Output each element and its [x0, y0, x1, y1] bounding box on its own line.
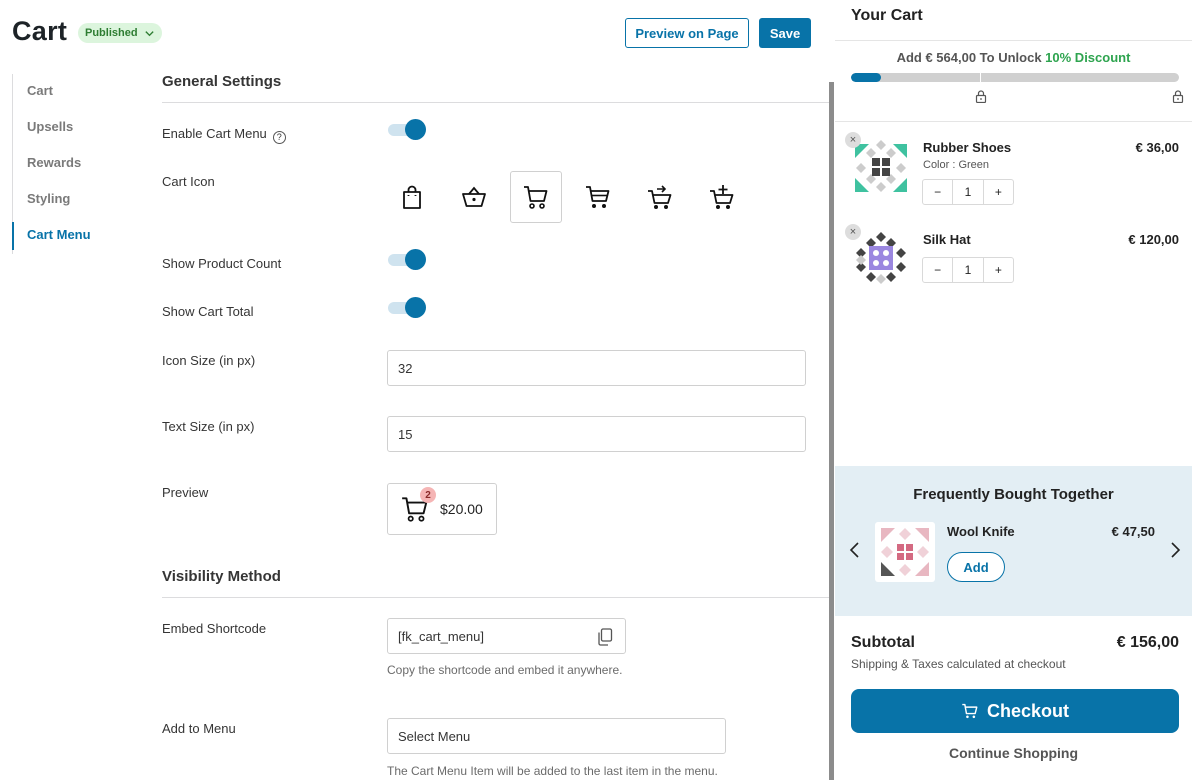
- cart-icon-label: Cart Icon: [162, 174, 215, 189]
- section-divider: [162, 102, 830, 103]
- embed-shortcode-label: Embed Shortcode: [162, 621, 267, 636]
- fbt-product-thumbnail: [875, 522, 935, 582]
- reward-highlight: 10% Discount: [1045, 50, 1131, 65]
- enable-cart-menu-row: Enable Cart Menu?: [162, 126, 286, 144]
- reward-message: Add € 564,00 To Unlock 10% Discount: [835, 50, 1192, 65]
- cart-icon[interactable]: [510, 171, 562, 223]
- add-to-menu-label: Add to Menu: [162, 721, 236, 736]
- add-fbt-button[interactable]: Add: [947, 552, 1005, 582]
- show-product-count-toggle[interactable]: [388, 249, 426, 271]
- divider: [835, 121, 1192, 122]
- fbt-title: Frequently Bought Together: [913, 486, 1114, 503]
- checkout-label: Checkout: [986, 700, 1069, 721]
- copy-icon[interactable]: [597, 628, 613, 646]
- fbt-product-name[interactable]: Wool Knife: [947, 524, 1015, 539]
- cart-arrow-icon[interactable]: [634, 171, 686, 223]
- frequently-bought-together: Frequently Bought Together Wool Knife € …: [835, 466, 1192, 616]
- show-product-count-label: Show Product Count: [162, 256, 282, 271]
- icon-size-input[interactable]: 32: [387, 350, 806, 386]
- cart-menu-preview: 2 $20.00: [387, 483, 497, 535]
- preview-label: Preview: [162, 485, 209, 500]
- cart-plus-icon[interactable]: [696, 171, 748, 223]
- nav-item-styling[interactable]: Styling: [13, 182, 142, 218]
- item-variant: Color : Green: [923, 159, 990, 171]
- visibility-method-title: Visibility Method: [162, 568, 281, 585]
- chevron-right-icon[interactable]: [1168, 540, 1182, 560]
- general-settings-title: General Settings: [162, 73, 282, 90]
- checkout-button[interactable]: Checkout: [851, 689, 1179, 733]
- save-button[interactable]: Save: [759, 18, 811, 48]
- item-price: € 120,00: [1128, 232, 1179, 247]
- quantity-stepper: − 1 +: [922, 179, 1014, 205]
- nav-item-rewards[interactable]: Rewards: [13, 146, 142, 182]
- text-size-label: Text Size (in px): [162, 419, 255, 434]
- milestone-marker: [980, 73, 981, 87]
- shortcode-value: [fk_cart_menu]: [398, 628, 484, 644]
- reward-progress-bar: [851, 73, 1179, 82]
- chevron-left-icon[interactable]: [848, 540, 862, 560]
- decrease-qty-button[interactable]: −: [923, 180, 952, 204]
- qty-value[interactable]: 1: [952, 180, 984, 204]
- increase-qty-button[interactable]: +: [984, 180, 1013, 204]
- cart-icon-picker: [386, 171, 748, 223]
- nav-item-upsells[interactable]: Upsells: [13, 110, 142, 146]
- status-label: Published: [85, 27, 138, 39]
- reward-text: Add € 564,00 To Unlock: [896, 50, 1046, 65]
- continue-shopping-link[interactable]: Continue Shopping: [835, 745, 1192, 761]
- menu-hint: The Cart Menu Item will be added to the …: [387, 764, 718, 778]
- item-price: € 36,00: [1135, 140, 1179, 155]
- shortcode-field[interactable]: [fk_cart_menu]: [387, 618, 626, 654]
- enable-cart-menu-label: Enable Cart Menu: [162, 126, 267, 141]
- remove-item-button[interactable]: ×: [845, 224, 861, 240]
- shipping-note: Shipping & Taxes calculated at checkout: [851, 657, 1066, 671]
- lock-icon: [1172, 90, 1184, 103]
- cart-drawer: Your Cart Add € 564,00 To Unlock 10% Dis…: [835, 0, 1192, 780]
- remove-item-button[interactable]: ×: [845, 132, 861, 148]
- text-size-input[interactable]: 15: [387, 416, 806, 452]
- icon-size-label: Icon Size (in px): [162, 353, 256, 368]
- qty-value[interactable]: 1: [952, 258, 984, 282]
- product-count-badge: 2: [420, 487, 436, 503]
- product-thumbnail: [855, 140, 907, 192]
- fbt-product-price: € 47,50: [1111, 524, 1155, 539]
- item-name[interactable]: Rubber Shoes: [923, 140, 1011, 155]
- cart-item: × Rubber Shoes Color : Green € 36,00 − 1…: [835, 132, 1192, 210]
- nav-item-cart[interactable]: Cart: [13, 74, 142, 110]
- menu-select[interactable]: Select Menu: [387, 718, 726, 754]
- preview-on-page-button[interactable]: Preview on Page: [625, 18, 749, 48]
- show-cart-total-label: Show Cart Total: [162, 304, 254, 319]
- show-cart-total-toggle[interactable]: [388, 297, 426, 319]
- status-dropdown[interactable]: Published: [78, 23, 162, 43]
- bag-icon[interactable]: [386, 171, 438, 223]
- enable-cart-menu-toggle[interactable]: [388, 119, 426, 141]
- scrollbar[interactable]: [829, 82, 834, 780]
- preview-cart-total: $20.00: [440, 501, 483, 517]
- page-title: Cart: [12, 16, 68, 46]
- lock-icon: [975, 90, 987, 103]
- item-name[interactable]: Silk Hat: [923, 232, 971, 247]
- cart-icon: [962, 703, 978, 719]
- quantity-stepper: − 1 +: [922, 257, 1014, 283]
- basket-icon[interactable]: [448, 171, 500, 223]
- cart-item: × Silk Hat € 120,00 − 1 +: [835, 224, 1192, 302]
- subtotal-value: € 156,00: [1116, 634, 1179, 651]
- decrease-qty-button[interactable]: −: [923, 258, 952, 282]
- increase-qty-button[interactable]: +: [984, 258, 1013, 282]
- help-icon[interactable]: ?: [272, 131, 286, 144]
- product-thumbnail: [856, 232, 906, 284]
- settings-nav: Cart Upsells Rewards Styling Cart Menu: [12, 74, 142, 254]
- cart-full-icon[interactable]: [572, 171, 624, 223]
- section-divider: [162, 597, 830, 598]
- nav-item-cart-menu[interactable]: Cart Menu: [12, 218, 142, 254]
- shortcode-hint: Copy the shortcode and embed it anywhere…: [387, 663, 623, 677]
- chevron-down-icon: [144, 30, 154, 36]
- subtotal-label: Subtotal: [851, 634, 915, 651]
- cart-title: Your Cart: [835, 0, 1192, 41]
